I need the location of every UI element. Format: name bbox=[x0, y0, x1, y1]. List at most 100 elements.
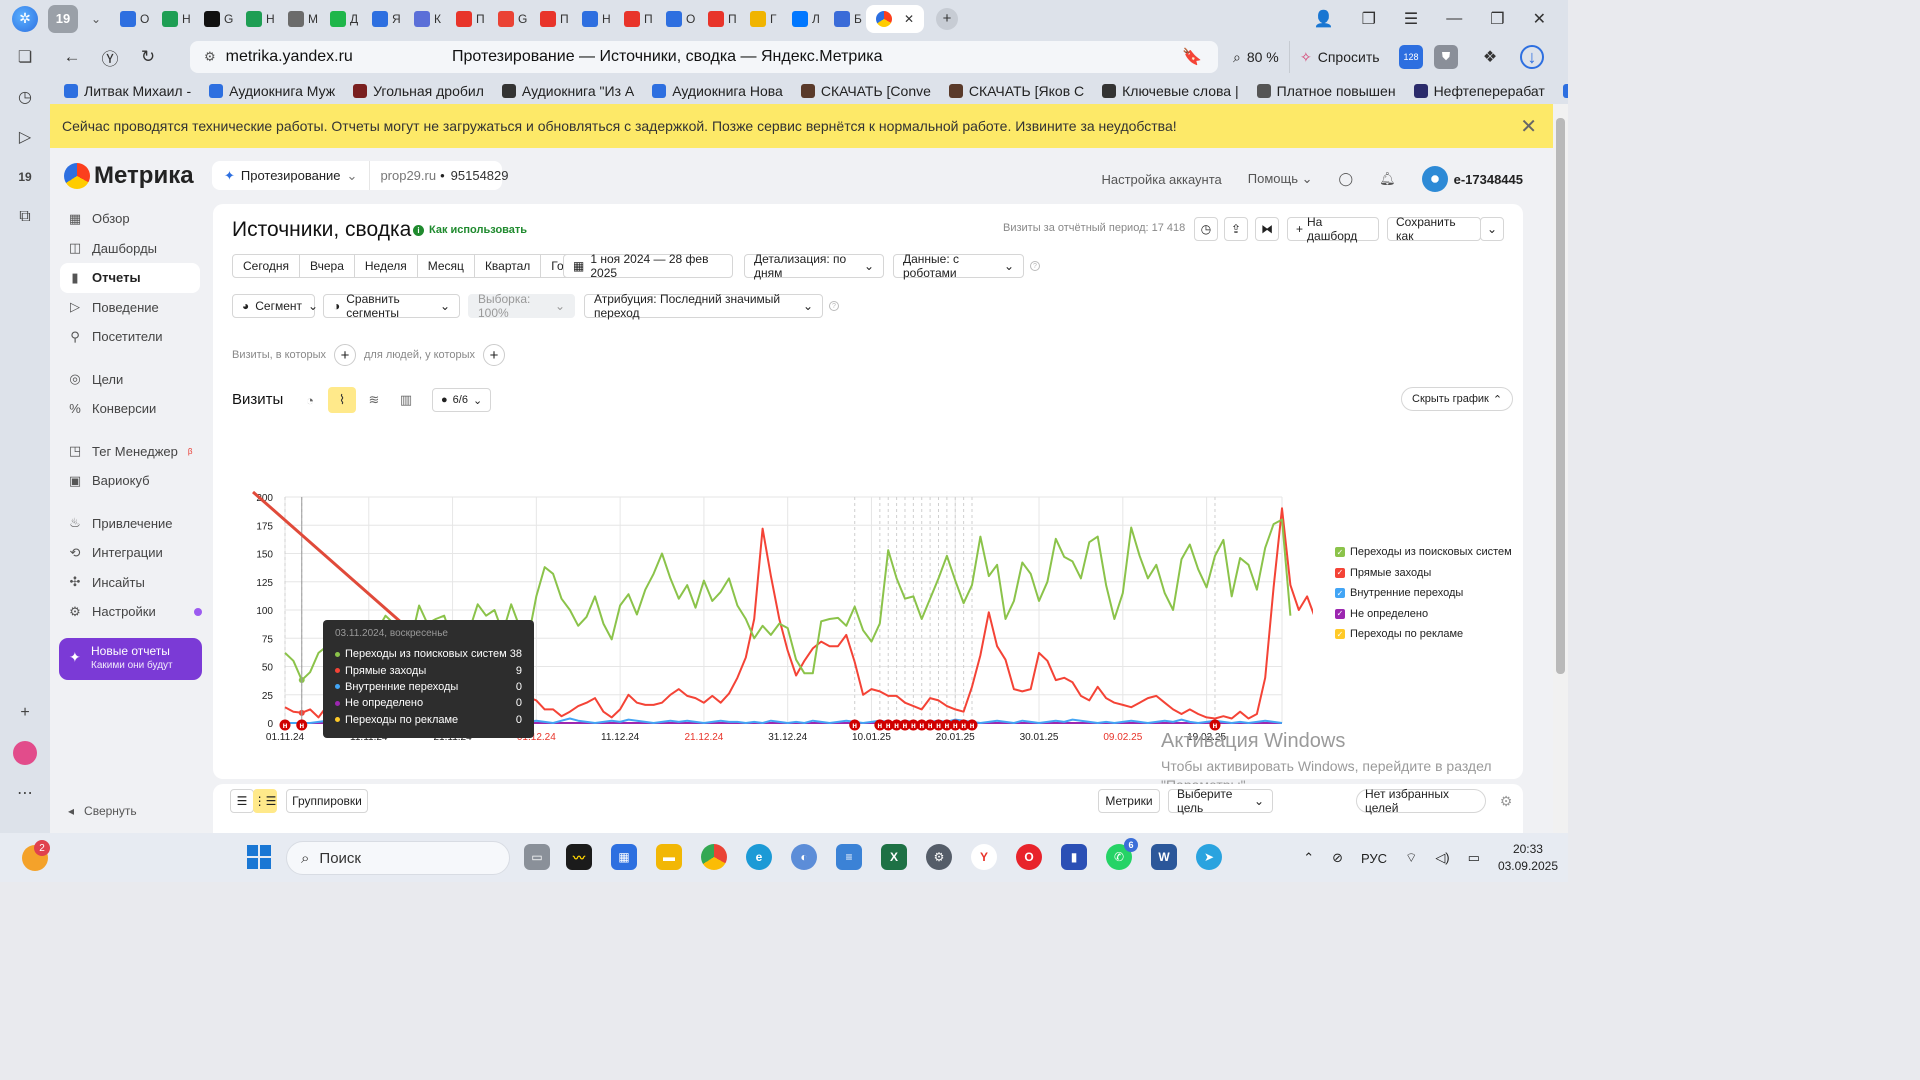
browser-tab[interactable]: П bbox=[698, 5, 740, 33]
browser-tab[interactable]: G bbox=[194, 5, 236, 33]
bookmark-item[interactable]: Литвак Михаил - bbox=[64, 83, 191, 99]
choose-goal-dropdown[interactable]: Выберите цель ⌄ bbox=[1168, 787, 1273, 815]
to-dashboard-button[interactable]: + На дашборд bbox=[1287, 215, 1379, 243]
sidebar-item[interactable]: ◎ Цели bbox=[50, 365, 210, 395]
period-button[interactable]: Квартал bbox=[475, 255, 542, 277]
bookmark-item[interactable]: Аудиокнига Муж bbox=[209, 83, 335, 99]
browser-tab[interactable]: К bbox=[404, 5, 446, 33]
browser-tab[interactable]: М bbox=[278, 5, 320, 33]
download-icon[interactable]: ↓ bbox=[1520, 45, 1544, 69]
metrics-button[interactable]: Метрики bbox=[1098, 789, 1160, 813]
site-info-icon[interactable]: ⚙ bbox=[204, 49, 216, 65]
tab-count-button[interactable]: 19 bbox=[48, 4, 78, 33]
period-button[interactable]: Неделя bbox=[355, 255, 418, 277]
bookmark-item[interactable]: Угольная дробил bbox=[353, 83, 484, 99]
sidebar-item[interactable]: ▷ Поведение bbox=[50, 293, 210, 323]
extensions-icon[interactable]: ❖ bbox=[1478, 45, 1502, 69]
add-panel-icon[interactable]: + bbox=[0, 693, 50, 733]
save-as-menu-button[interactable]: ⌄ bbox=[1480, 217, 1504, 241]
area-chart-view-icon[interactable]: ≋ bbox=[360, 387, 388, 413]
screenshot-icon[interactable]: ⧉ bbox=[0, 197, 50, 237]
share-button[interactable]: ⧓ bbox=[1255, 217, 1279, 241]
ask-button[interactable]: ✧ Спросить bbox=[1300, 41, 1380, 73]
sidebar-item[interactable]: ◳ Тег Менеджер β bbox=[50, 437, 210, 467]
tab-active[interactable]: ✕ bbox=[866, 4, 924, 33]
calendar-icon[interactable]: 19 bbox=[0, 157, 50, 197]
legend-item[interactable]: ✓ Прямые заходы bbox=[1335, 563, 1512, 584]
add-people-filter-button[interactable]: + bbox=[483, 344, 505, 366]
telegram-icon[interactable]: ➤ bbox=[1196, 844, 1222, 870]
taskbar-search[interactable]: ⌕ Поиск bbox=[286, 841, 510, 875]
yandex-browser-icon[interactable]: Y bbox=[971, 844, 997, 870]
clock[interactable]: 20:33 03.09.2025 bbox=[1498, 841, 1558, 875]
comments-dropdown[interactable]: ● 6/6 ⌄ bbox=[432, 388, 492, 412]
collapse-sidebar-button[interactable]: ◂ Свернуть bbox=[68, 804, 137, 818]
browser-tab[interactable]: П bbox=[530, 5, 572, 33]
browser-tab[interactable]: Д bbox=[320, 5, 362, 33]
battery-icon[interactable]: ▭ bbox=[1468, 850, 1480, 866]
bookmark-item[interactable]: Ключевые слова | bbox=[1102, 83, 1239, 99]
export-button[interactable]: ⇪ bbox=[1224, 217, 1248, 241]
bookmark-item[interactable]: СКАЧАТЬ [Яков С bbox=[948, 83, 1084, 99]
browser-tab[interactable]: Н bbox=[152, 5, 194, 33]
wifi-icon[interactable]: ⌔ bbox=[1405, 850, 1417, 866]
notepad-icon[interactable]: ≡ bbox=[836, 844, 862, 870]
account-menu[interactable]: e-17348445 bbox=[1421, 166, 1523, 192]
excel-icon[interactable]: X bbox=[881, 844, 907, 870]
legend-item[interactable]: ✓ Не определено bbox=[1335, 604, 1512, 625]
info-icon[interactable]: ? bbox=[829, 301, 839, 311]
legend-checkbox-icon[interactable]: ✓ bbox=[1335, 567, 1345, 578]
zoom-indicator[interactable]: ⌕ 80 % bbox=[1223, 41, 1290, 73]
account-settings-link[interactable]: Настройка аккаунта bbox=[1101, 172, 1221, 187]
sidebar-item[interactable]: ▣ Вариокуб bbox=[50, 466, 210, 496]
new-tab-button[interactable]: + bbox=[936, 7, 958, 30]
back-icon[interactable]: ← bbox=[56, 41, 88, 73]
browser-tab[interactable]: П bbox=[446, 5, 488, 33]
bookmark-item[interactable]: К bbox=[1562, 83, 1568, 99]
opera-icon[interactable]: O bbox=[1016, 844, 1042, 870]
chrome-icon[interactable] bbox=[701, 844, 727, 870]
close-tab-icon[interactable]: ✕ bbox=[904, 12, 914, 26]
tree-view-button[interactable]: ⋮☰ bbox=[253, 789, 277, 813]
browser-logo-icon[interactable]: ✲ bbox=[12, 5, 38, 32]
video-icon[interactable]: ▷ bbox=[0, 117, 50, 157]
sidebar-item[interactable]: ◫ Дашборды bbox=[50, 234, 210, 264]
network-off-icon[interactable]: ⊘ bbox=[1332, 850, 1343, 866]
browser-tab[interactable]: Г bbox=[740, 5, 782, 33]
chevron-down-icon[interactable]: ⌄ bbox=[82, 5, 110, 33]
browser-tab[interactable]: О bbox=[110, 5, 152, 33]
detail-dropdown[interactable]: Детализация: по дням ⌄ bbox=[744, 252, 884, 280]
period-button[interactable]: Вчера bbox=[300, 255, 355, 277]
legend-checkbox-icon[interactable]: ✓ bbox=[1335, 588, 1345, 599]
restore-icon[interactable]: ❐ bbox=[1490, 9, 1504, 29]
chevron-up-icon[interactable]: ⌃ bbox=[1303, 850, 1314, 866]
scrollbar-thumb[interactable] bbox=[1556, 118, 1565, 674]
bookmark-item[interactable]: Аудиокнига Нова bbox=[652, 83, 783, 99]
legend-checkbox-icon[interactable]: ✓ bbox=[1335, 608, 1345, 619]
alice-icon[interactable] bbox=[0, 733, 50, 773]
groupings-button[interactable]: Группировки bbox=[286, 789, 368, 813]
sidebar-item[interactable]: ⚙ Настройки bbox=[50, 597, 210, 627]
browser-tab[interactable]: Н bbox=[572, 5, 614, 33]
weather-widget-icon[interactable]: 2 bbox=[22, 840, 50, 871]
browser-tab[interactable]: Н bbox=[236, 5, 278, 33]
extension-icon[interactable]: 128 bbox=[1399, 45, 1423, 69]
pages-icon[interactable]: ❏ bbox=[0, 37, 50, 77]
save-as-button[interactable]: Сохранить как bbox=[1387, 215, 1481, 243]
compare-segments-dropdown[interactable]: ◑ Сравнить сегменты ⌄ bbox=[323, 292, 460, 320]
help-menu[interactable]: Помощь ⌄ bbox=[1248, 171, 1313, 187]
metrika-logo[interactable]: Метрика bbox=[64, 162, 194, 190]
counter-name-dropdown[interactable]: ✦ Протезирование ⌄ bbox=[212, 161, 371, 190]
folder-icon[interactable]: ▬ bbox=[656, 844, 682, 870]
bar-chart-view-icon[interactable]: ▥ bbox=[392, 387, 420, 413]
bell-icon[interactable]: 🔔︎ bbox=[1379, 171, 1396, 187]
minimize-icon[interactable]: — bbox=[1446, 10, 1462, 28]
browser-tab[interactable]: Я bbox=[362, 5, 404, 33]
close-window-icon[interactable]: ✕ bbox=[1533, 9, 1546, 29]
gear-icon[interactable]: ⚙ bbox=[1494, 789, 1518, 813]
date-range-picker[interactable]: ▦ 1 ноя 2024 — 28 фев 2025 bbox=[563, 252, 733, 280]
browser-tab[interactable]: Б bbox=[824, 5, 866, 33]
flat-view-button[interactable]: ☰ bbox=[230, 789, 254, 813]
browser-tab[interactable]: О bbox=[656, 5, 698, 33]
bookmark-item[interactable]: Нефтеперерабат bbox=[1413, 83, 1545, 99]
